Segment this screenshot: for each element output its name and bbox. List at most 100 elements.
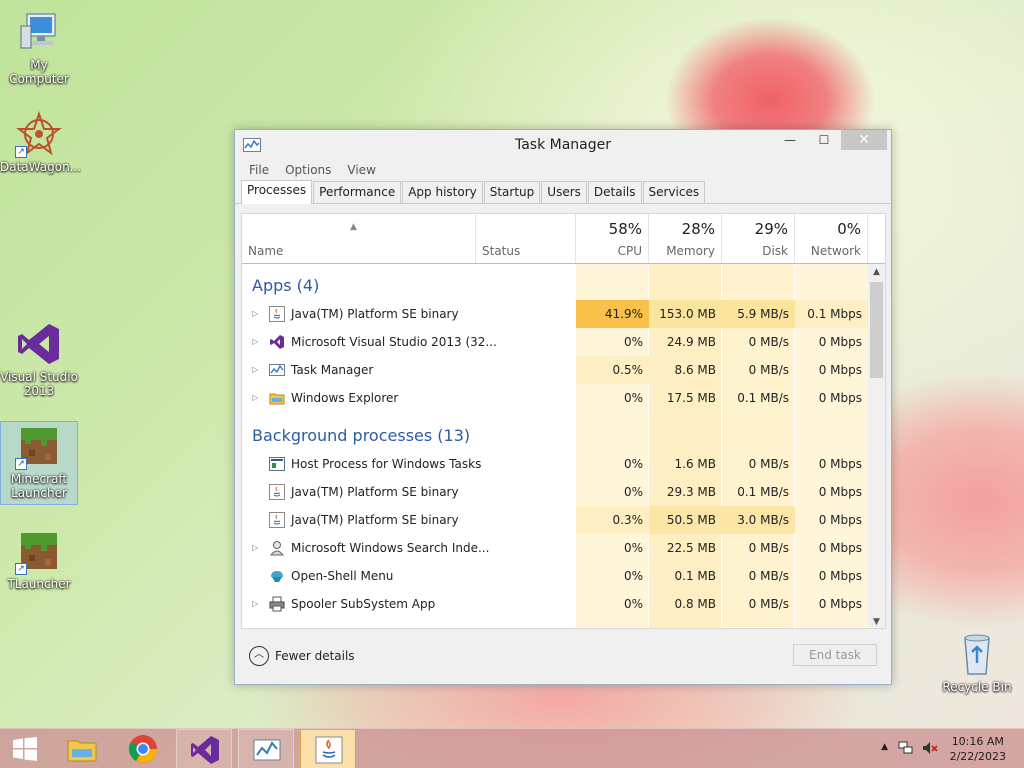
desktop-icon-label: Visual Studio 2013: [0, 370, 78, 398]
column-header-name[interactable]: ▲ Name: [242, 214, 476, 263]
minimize-button[interactable]: —: [773, 130, 807, 150]
column-header-disk[interactable]: 29% Disk: [722, 214, 795, 263]
network-icon[interactable]: [898, 740, 914, 759]
taskbar-task-manager[interactable]: [238, 729, 294, 768]
column-header-cpu[interactable]: 58% CPU: [576, 214, 649, 263]
show-hidden-icons-chevron-icon[interactable]: ▲: [881, 742, 888, 752]
disk-value: 0 MB/s: [748, 457, 789, 471]
process-icon: [269, 628, 285, 629]
desktop-icon-label: TLauncher: [7, 577, 71, 591]
clock[interactable]: 10:16 AM 2/22/2023: [950, 734, 1006, 764]
volume-muted-icon[interactable]: [922, 740, 938, 759]
expand-arrow-icon[interactable]: ▷: [252, 328, 258, 356]
disk-value: 0 MB/s: [748, 569, 789, 583]
column-header-network[interactable]: 0% Network: [795, 214, 868, 263]
tab-startup[interactable]: Startup: [483, 181, 541, 203]
chrome-icon: [127, 733, 159, 765]
scroll-thumb[interactable]: [870, 282, 883, 378]
taskbar-chrome[interactable]: [115, 729, 171, 768]
fewer-details-button[interactable]: ︿ Fewer details: [249, 646, 355, 666]
tab-services[interactable]: Services: [642, 181, 706, 203]
scroll-down-icon[interactable]: ▼: [868, 614, 885, 628]
java-icon: [269, 306, 285, 322]
expand-arrow-icon[interactable]: ▷: [252, 590, 258, 618]
clock-date: 2/22/2023: [949, 750, 1006, 763]
title-bar[interactable]: Task Manager — ☐ ✕: [235, 130, 891, 160]
desktop-icon-label: My Computer: [9, 58, 69, 86]
taskbar-java[interactable]: [300, 729, 356, 768]
network-value: 0 Mbps: [818, 513, 862, 527]
close-button[interactable]: ✕: [841, 130, 887, 150]
java-icon: [269, 484, 285, 500]
expand-arrow-icon[interactable]: ▷: [252, 534, 258, 562]
table-row[interactable]: ▷ Task Manager 0.5% 8.6 MB 0 MB/s 0 Mbps: [242, 356, 868, 384]
visual-studio-icon: [15, 320, 63, 368]
tab-performance[interactable]: Performance: [313, 181, 402, 203]
column-header-status[interactable]: Status: [476, 214, 576, 263]
network-value: 0 Mbps: [818, 541, 862, 555]
scroll-up-icon[interactable]: ▲: [868, 264, 885, 280]
table-row[interactable]: Host Process for Windows Tasks 0% 1.6 MB…: [242, 450, 868, 478]
desktop-icon-datawagon[interactable]: ↗ DataWagon...: [0, 110, 82, 174]
network-value: 0 Mbps: [818, 363, 862, 377]
tab-strip: Processes Performance App history Startu…: [235, 180, 891, 204]
table-row[interactable]: ▷ Windows Explorer 0% 17.5 MB 0.1 MB/s 0…: [242, 384, 868, 412]
taskbar-file-explorer[interactable]: [54, 729, 110, 768]
cpu-value: 0%: [623, 541, 643, 555]
end-task-button[interactable]: End task: [793, 644, 877, 666]
disk-value: 0.1 MB/s: [737, 485, 789, 499]
network-value: 0.1 Mbps: [795, 300, 868, 328]
desktop-icon-label: DataWagon...: [0, 160, 82, 174]
cpu-value: 0%: [623, 485, 643, 499]
disk-value: 0 MB/s: [748, 541, 789, 555]
disk-value: 0 MB/s: [748, 363, 789, 377]
windows-logo-icon: [12, 737, 38, 764]
task-manager-icon: [269, 362, 285, 378]
visual-studio-icon: [269, 334, 285, 350]
table-row[interactable]: ▷ Java(TM) Platform SE binary 41.9% 153.…: [242, 300, 868, 328]
group-title-apps: Apps (4): [252, 276, 320, 295]
taskbar-visual-studio[interactable]: [176, 729, 232, 768]
process-rows: Apps (4) ▷ Java(TM) Platform SE binary 4…: [242, 264, 868, 629]
network-value: 0 Mbps: [818, 457, 862, 471]
network-value: 0 Mbps: [818, 569, 862, 583]
desktop-icon-my-computer[interactable]: My Computer: [0, 8, 78, 86]
desktop-icon-label: Minecraft Launcher: [10, 472, 68, 500]
start-button[interactable]: [0, 729, 50, 768]
expand-arrow-icon[interactable]: ▷: [252, 356, 258, 384]
disk-value: 5.9 MB/s: [722, 300, 795, 328]
tab-app-history[interactable]: App history: [402, 181, 483, 203]
desktop-icon-visual-studio[interactable]: Visual Studio 2013: [0, 320, 78, 398]
table-row[interactable]: Java(TM) Platform SE binary 0% 29.3 MB 0…: [242, 478, 868, 506]
expand-arrow-icon[interactable]: ▷: [252, 300, 258, 328]
table-row[interactable]: Open-Shell Menu 0% 0.1 MB 0 MB/s 0 Mbps: [242, 562, 868, 590]
table-row[interactable]: ▷ Spooler SubSystem App 0% 0.8 MB 0 MB/s…: [242, 590, 868, 618]
cpu-value: 0.5%: [576, 356, 649, 384]
table-row[interactable]: ▷ Microsoft Windows Search Inde... 0% 22…: [242, 534, 868, 562]
expand-arrow-icon[interactable]: ▷: [252, 384, 258, 412]
open-shell-icon: [269, 568, 285, 584]
network-value: 0 Mbps: [818, 485, 862, 499]
desktop-icon-minecraft-launcher[interactable]: ↗ Minecraft Launcher: [0, 421, 78, 505]
menu-view[interactable]: View: [339, 160, 383, 180]
group-title-background: Background processes (13): [252, 426, 471, 445]
tab-processes[interactable]: Processes: [241, 180, 313, 204]
search-indexer-icon: [269, 540, 285, 556]
recycle-bin-icon: [953, 630, 1001, 678]
tab-details[interactable]: Details: [587, 181, 642, 203]
maximize-button[interactable]: ☐: [807, 130, 841, 150]
menu-file[interactable]: File: [241, 160, 277, 180]
network-value: 0 Mbps: [818, 391, 862, 405]
shortcut-arrow-icon: ↗: [15, 458, 27, 470]
table-row[interactable]: Java(TM) Platform SE binary 0.3% 50.5 MB…: [242, 506, 868, 534]
tab-users[interactable]: Users: [541, 181, 587, 203]
host-process-icon: [269, 456, 285, 472]
vertical-scrollbar[interactable]: ▲ ▼: [868, 264, 885, 628]
menu-options[interactable]: Options: [277, 160, 339, 180]
table-row[interactable]: ▷ Microsoft Visual Studio 2013 (32... 0%…: [242, 328, 868, 356]
java-icon: [313, 734, 345, 766]
column-header-memory[interactable]: 28% Memory: [649, 214, 722, 263]
desktop-icon-tlauncher[interactable]: ↗ TLauncher: [0, 527, 78, 591]
desktop-icon-recycle-bin[interactable]: Recycle Bin: [938, 630, 1016, 694]
cpu-value: 0%: [623, 569, 643, 583]
